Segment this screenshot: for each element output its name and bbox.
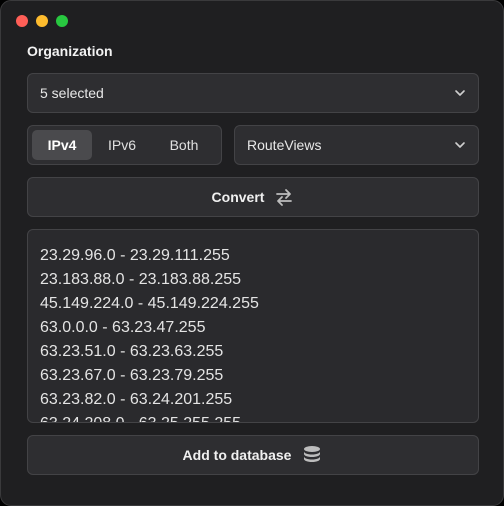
segment-both[interactable]: Both [152, 130, 216, 160]
add-to-database-label: Add to database [182, 447, 292, 463]
ip-range-line: 23.183.88.0 - 23.183.88.255 [40, 271, 242, 288]
ip-range-line: 23.29.96.0 - 23.29.111.255 [40, 247, 230, 264]
organization-label: Organization [27, 43, 113, 59]
convert-button[interactable]: Convert [27, 177, 479, 217]
window-controls [16, 15, 68, 27]
ip-range-line: 63.0.0.0 - 63.23.47.255 [40, 319, 206, 336]
close-window-button[interactable] [16, 15, 28, 27]
add-to-database-button[interactable]: Add to database [27, 435, 479, 475]
organization-select[interactable]: 5 selected [27, 73, 479, 113]
segment-ipv6[interactable]: IPv6 [92, 130, 152, 160]
chevron-down-icon [455, 90, 465, 96]
database-icon [304, 446, 321, 462]
swap-arrows-icon [276, 189, 293, 206]
ip-range-line: 63.23.82.0 - 63.24.201.255 [40, 391, 233, 408]
organization-select-value: 5 selected [40, 85, 104, 101]
maximize-window-button[interactable] [56, 15, 68, 27]
convert-button-label: Convert [211, 189, 265, 205]
ip-range-line: 45.149.224.0 - 45.149.224.255 [40, 295, 259, 312]
minimize-window-button[interactable] [36, 15, 48, 27]
ip-range-line: 63.24.208.0 - 63.25.255.255 [40, 412, 466, 422]
source-select-value: RouteViews [247, 137, 322, 153]
chevron-down-icon [455, 142, 465, 148]
ip-version-segmented-control: IPv4 IPv6 Both [27, 125, 222, 165]
segment-ipv4[interactable]: IPv4 [32, 130, 92, 160]
app-window: Organization 5 selected IPv4 IPv6 Both R… [0, 0, 504, 506]
ip-range-line: 63.23.67.0 - 63.23.79.255 [40, 367, 224, 384]
ip-range-line: 63.23.51.0 - 63.23.63.255 [40, 343, 224, 360]
ip-ranges-output[interactable]: 23.29.96.0 - 23.29.111.255 23.183.88.0 -… [27, 229, 479, 423]
source-select[interactable]: RouteViews [234, 125, 479, 165]
